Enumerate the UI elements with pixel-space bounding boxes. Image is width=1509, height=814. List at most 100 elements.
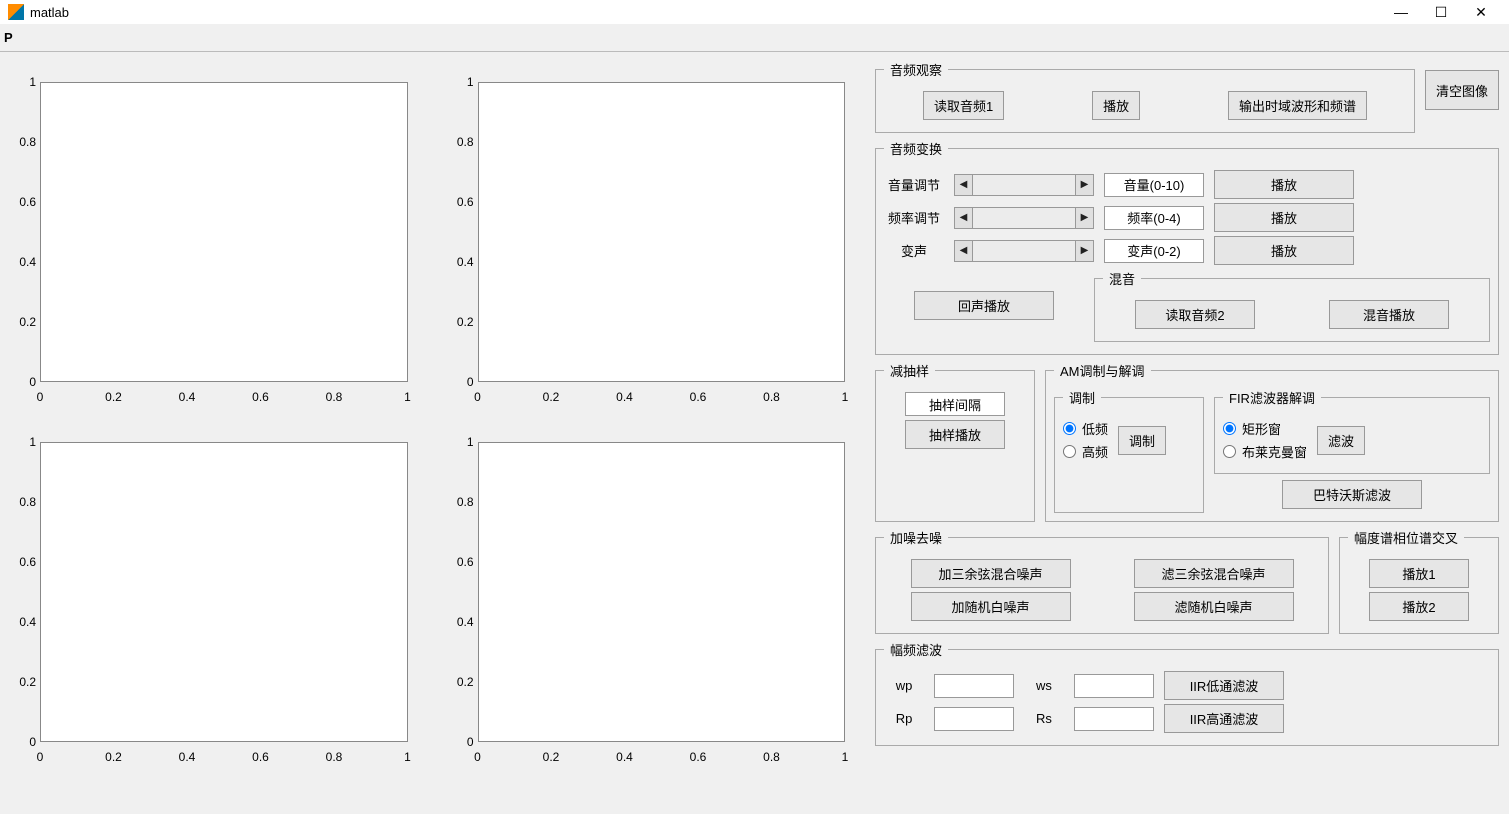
xtick: 0 bbox=[474, 750, 481, 764]
modulate-button[interactable]: 调制 bbox=[1118, 426, 1166, 455]
modulation-panel: 调制 低频 高频 调制 bbox=[1054, 388, 1204, 513]
highfreq-radio[interactable]: 高频 bbox=[1063, 442, 1108, 461]
audio-observe-panel: 音频观察 读取音频1 播放 输出时域波形和频谱 bbox=[875, 60, 1415, 133]
ytick: 0.8 bbox=[448, 495, 474, 509]
read-audio1-button[interactable]: 读取音频1 bbox=[923, 91, 1004, 120]
xtick: 0.6 bbox=[690, 750, 707, 764]
voice-slider[interactable]: ◀▶ bbox=[954, 240, 1094, 262]
lowfreq-radio[interactable]: 低频 bbox=[1063, 419, 1108, 438]
modulation-legend: 调制 bbox=[1063, 388, 1101, 407]
xtick: 0.6 bbox=[252, 750, 269, 764]
wp-label: wp bbox=[884, 678, 924, 693]
chevron-left-icon[interactable]: ◀ bbox=[955, 241, 973, 261]
read-audio2-button[interactable]: 读取音频2 bbox=[1135, 300, 1255, 329]
add-cosine-noise-button[interactable]: 加三余弦混合噪声 bbox=[911, 559, 1071, 588]
rp-input[interactable] bbox=[934, 707, 1014, 731]
voice-play-button[interactable]: 播放 bbox=[1214, 236, 1354, 265]
volume-slider[interactable]: ◀▶ bbox=[954, 174, 1094, 196]
xtick: 0.8 bbox=[763, 750, 780, 764]
chevron-left-icon[interactable]: ◀ bbox=[955, 175, 973, 195]
downsample-legend: 减抽样 bbox=[884, 361, 935, 380]
chevron-right-icon[interactable]: ▶ bbox=[1075, 241, 1093, 261]
blackman-radio[interactable]: 布莱克曼窗 bbox=[1223, 442, 1307, 461]
chevron-right-icon[interactable]: ▶ bbox=[1075, 175, 1093, 195]
cross-legend: 幅度谱相位谱交叉 bbox=[1348, 528, 1464, 547]
ytick: 0.6 bbox=[10, 555, 36, 569]
xtick: 0 bbox=[37, 750, 44, 764]
ytick: 0.4 bbox=[10, 255, 36, 269]
voice-display[interactable] bbox=[1104, 239, 1204, 263]
downsample-panel: 减抽样 抽样播放 bbox=[875, 361, 1035, 522]
rect-radio[interactable]: 矩形窗 bbox=[1223, 419, 1307, 438]
wp-input[interactable] bbox=[934, 674, 1014, 698]
ytick: 0.2 bbox=[10, 675, 36, 689]
rs-label: Rs bbox=[1024, 711, 1064, 726]
volume-display[interactable] bbox=[1104, 173, 1204, 197]
xtick: 1 bbox=[842, 390, 849, 404]
sample-interval-input[interactable] bbox=[905, 392, 1005, 416]
clear-image-button[interactable]: 清空图像 bbox=[1425, 70, 1499, 110]
axes-2[interactable]: 00.20.40.60.8100.20.40.60.81 bbox=[448, 72, 856, 412]
add-white-noise-button[interactable]: 加随机白噪声 bbox=[911, 592, 1071, 621]
ws-input[interactable] bbox=[1074, 674, 1154, 698]
ytick: 0 bbox=[448, 375, 474, 389]
freq-play-button[interactable]: 播放 bbox=[1214, 203, 1354, 232]
volume-label: 音量调节 bbox=[884, 175, 944, 194]
noise-panel: 加噪去噪 加三余弦混合噪声 滤三余弦混合噪声 加随机白噪声 滤随机白噪声 bbox=[875, 528, 1329, 634]
ytick: 0.4 bbox=[448, 615, 474, 629]
iir-highpass-button[interactable]: IIR高通滤波 bbox=[1164, 704, 1284, 733]
ytick: 0.2 bbox=[448, 315, 474, 329]
ytick: 0 bbox=[10, 375, 36, 389]
cross-panel: 幅度谱相位谱交叉 播放1 播放2 bbox=[1339, 528, 1499, 634]
filter-cosine-noise-button[interactable]: 滤三余弦混合噪声 bbox=[1134, 559, 1294, 588]
mix-play-button[interactable]: 混音播放 bbox=[1329, 300, 1449, 329]
chevron-left-icon[interactable]: ◀ bbox=[955, 208, 973, 228]
minimize-button[interactable]: — bbox=[1381, 4, 1421, 20]
play-button[interactable]: 播放 bbox=[1092, 91, 1140, 120]
filter-white-noise-button[interactable]: 滤随机白噪声 bbox=[1134, 592, 1294, 621]
fir-legend: FIR滤波器解调 bbox=[1223, 388, 1321, 407]
freq-label: 频率调节 bbox=[884, 208, 944, 227]
mix-panel: 混音 读取音频2 混音播放 bbox=[1094, 269, 1490, 342]
butterworth-button[interactable]: 巴特沃斯滤波 bbox=[1282, 480, 1422, 509]
maximize-button[interactable]: ☐ bbox=[1421, 4, 1461, 21]
freq-display[interactable] bbox=[1104, 206, 1204, 230]
toolbar: P bbox=[0, 24, 1509, 52]
ytick: 0 bbox=[448, 735, 474, 749]
xtick: 0.4 bbox=[179, 390, 196, 404]
xtick: 0.2 bbox=[105, 750, 122, 764]
play2-button[interactable]: 播放2 bbox=[1369, 592, 1469, 621]
chevron-right-icon[interactable]: ▶ bbox=[1075, 208, 1093, 228]
xtick: 0.2 bbox=[543, 750, 560, 764]
ampfilt-legend: 幅频滤波 bbox=[884, 640, 948, 659]
output-waveform-button[interactable]: 输出时域波形和频谱 bbox=[1228, 91, 1367, 120]
sample-play-button[interactable]: 抽样播放 bbox=[905, 420, 1005, 449]
ytick: 0 bbox=[10, 735, 36, 749]
xtick: 0.2 bbox=[105, 390, 122, 404]
axes-1[interactable]: 00.20.40.60.8100.20.40.60.81 bbox=[10, 72, 418, 412]
freq-slider[interactable]: ◀▶ bbox=[954, 207, 1094, 229]
matlab-icon bbox=[8, 4, 24, 20]
filter-button[interactable]: 滤波 bbox=[1317, 426, 1365, 455]
xtick: 0.2 bbox=[543, 390, 560, 404]
ytick: 0.4 bbox=[448, 255, 474, 269]
iir-lowpass-button[interactable]: IIR低通滤波 bbox=[1164, 671, 1284, 700]
xtick: 0.4 bbox=[616, 390, 633, 404]
plot-area: 0 0.2 0.4 0.6 0.8 1 0 0.2 0.4 0.6 0.8 1 0 0.2 0.4 0.6 0… bbox=[0, 52, 865, 814]
mix-legend: 混音 bbox=[1103, 269, 1141, 288]
play1-button[interactable]: 播放1 bbox=[1369, 559, 1469, 588]
ytick: 0.8 bbox=[10, 135, 36, 149]
rs-input[interactable] bbox=[1074, 707, 1154, 731]
ytick: 0.2 bbox=[448, 675, 474, 689]
xtick: 0.4 bbox=[616, 750, 633, 764]
axes-4[interactable]: 00.20.40.60.8100.20.40.60.81 bbox=[448, 432, 856, 772]
audio-transform-legend: 音频变换 bbox=[884, 139, 948, 158]
echo-play-button[interactable]: 回声播放 bbox=[914, 291, 1054, 320]
rp-label: Rp bbox=[884, 711, 924, 726]
xtick: 0.4 bbox=[179, 750, 196, 764]
axes-3[interactable]: 00.20.40.60.8100.20.40.60.81 bbox=[10, 432, 418, 772]
ytick: 1 bbox=[10, 75, 36, 89]
close-button[interactable]: ✕ bbox=[1461, 4, 1501, 21]
am-legend: AM调制与解调 bbox=[1054, 361, 1151, 380]
volume-play-button[interactable]: 播放 bbox=[1214, 170, 1354, 199]
